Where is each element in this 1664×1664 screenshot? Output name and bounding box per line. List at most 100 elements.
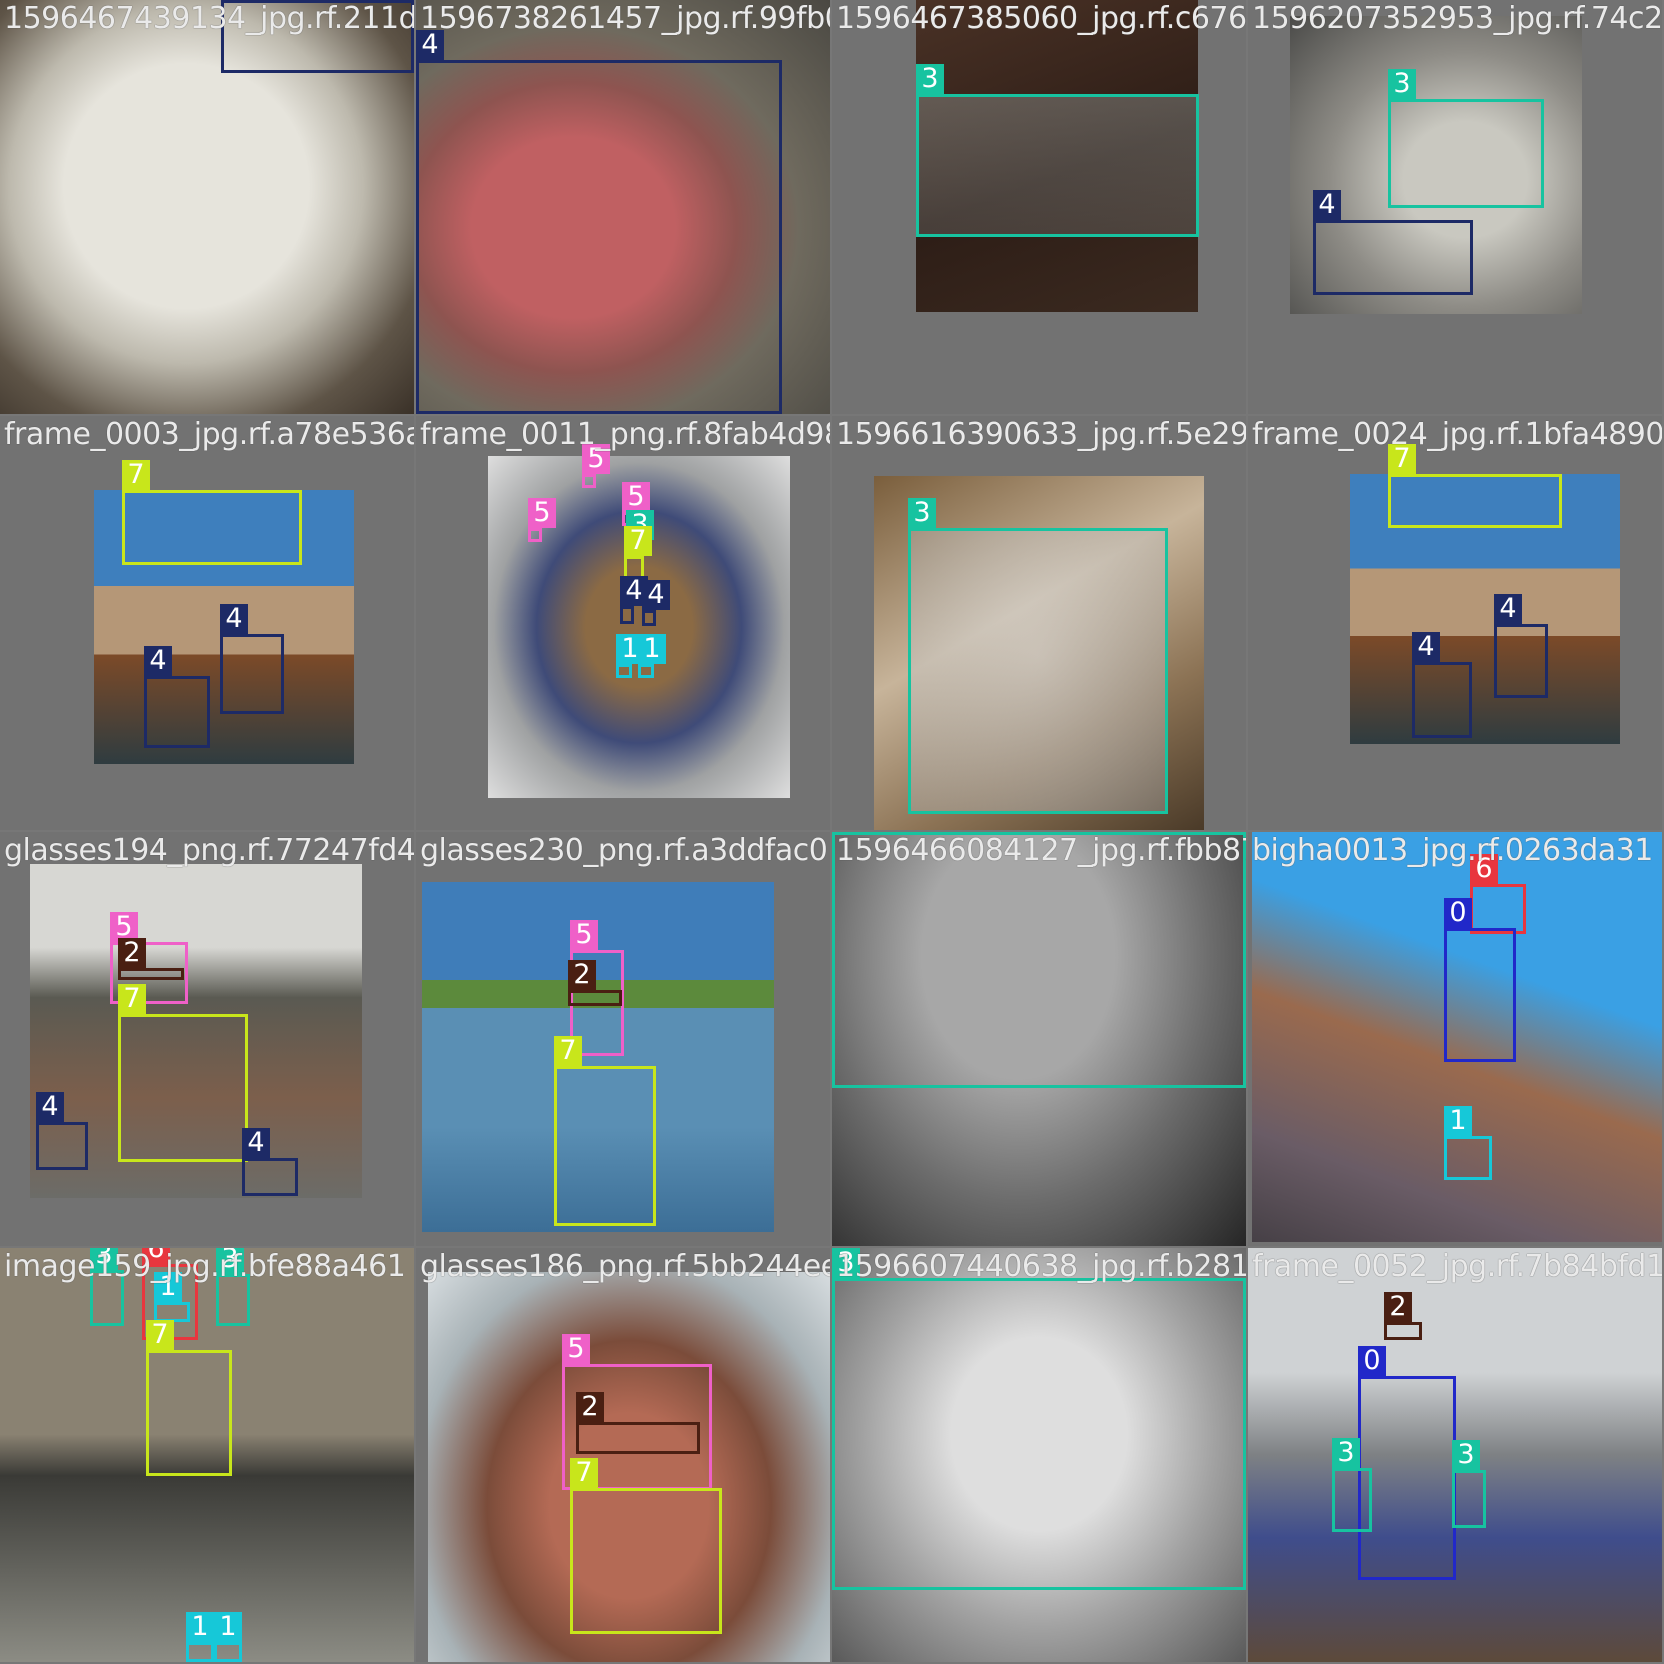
detection-box: 0	[1444, 898, 1516, 1062]
class-label: 3	[216, 1248, 244, 1274]
detection-box: 3	[1332, 1438, 1372, 1532]
tile-filename: frame_0003_jpg.rf.a78e536a	[4, 417, 414, 452]
detection-box: 2	[1384, 1292, 1422, 1340]
detection-box: 7	[570, 1458, 722, 1634]
tile-filename: 1596616390633_jpg.rf.5e29f	[836, 417, 1246, 452]
detection-box: 7	[146, 1320, 232, 1476]
class-label: 1	[186, 1612, 214, 1642]
class-label: 4	[1412, 632, 1440, 662]
tile-5: frame_0011_png.rf.8fab4d98 5 5 5 3 7 4 4…	[416, 416, 830, 830]
class-label: 5	[570, 920, 598, 950]
detection-box: 1	[214, 1612, 242, 1662]
detection-box: 7	[118, 984, 248, 1162]
mosaic-grid: 1596467439134_jpg.rf.211d4 4 15967382614…	[0, 0, 1664, 1664]
detection-box: 4	[1494, 594, 1548, 698]
class-label: 4	[144, 646, 172, 676]
detection-box: 1	[1444, 1106, 1492, 1180]
detection-box: 4	[144, 646, 210, 748]
detection-box: 3	[1452, 1440, 1486, 1528]
tile-15: frame_0052_jpg.rf.7b84bfd1 2 0 3 3	[1248, 1248, 1662, 1662]
tile-13: glasses186_png.rf.5bb244ee 5 2 7	[416, 1248, 830, 1662]
detection-box: 3	[216, 1248, 250, 1326]
class-label: 5	[622, 482, 650, 512]
class-label: 3	[1388, 69, 1416, 99]
detection-box: 2	[568, 960, 622, 1006]
detection-box: 2	[118, 938, 184, 980]
detection-box: 6	[1470, 854, 1526, 934]
detection-box: 4	[1412, 632, 1472, 738]
detection-box: 7	[554, 1036, 656, 1226]
tile-8: glasses194_png.rf.77247fd4 5 2 7 4 4	[0, 832, 414, 1246]
class-label: 4	[220, 604, 248, 634]
tile-filename: glasses230_png.rf.a3ddfac0	[420, 833, 828, 868]
class-label: 7	[146, 1320, 174, 1350]
detection-box: 1	[186, 1612, 214, 1662]
class-label: 3	[916, 64, 944, 94]
class-label: 2	[576, 1392, 604, 1422]
detection-box: 4	[221, 0, 414, 73]
class-label: 7	[122, 460, 150, 490]
class-label: 1	[154, 1272, 182, 1302]
class-label: 5	[562, 1334, 590, 1364]
tile-14: 1596607440638_jpg.rf.b2815 3	[832, 1248, 1246, 1662]
class-label: 3	[832, 1248, 860, 1278]
class-label: 6	[142, 1248, 170, 1264]
class-label: 6	[1470, 854, 1498, 884]
class-label: 0	[1444, 898, 1472, 928]
class-label: 5	[528, 498, 556, 528]
class-label: 4	[1313, 190, 1341, 220]
detection-box: 1	[638, 634, 666, 678]
detection-box: 4	[36, 1092, 88, 1170]
detection-box: 4	[1313, 190, 1473, 295]
detection-box: 0	[1358, 1346, 1456, 1580]
class-label: 7	[554, 1036, 582, 1066]
detection-box: 4	[242, 1128, 298, 1196]
class-label: 7	[1388, 444, 1416, 474]
detection-box: 4	[620, 576, 648, 624]
class-label: 3	[908, 498, 936, 528]
class-label: 4	[642, 580, 670, 610]
detection-box: 2	[576, 1392, 700, 1454]
detection-box: 3	[90, 1248, 124, 1326]
class-label: 2	[568, 960, 596, 990]
detection-box: 4	[642, 580, 670, 626]
detection-box: 3	[908, 498, 1168, 814]
class-label: 7	[570, 1458, 598, 1488]
tile-filename: frame_0011_png.rf.8fab4d98	[420, 417, 830, 452]
class-label: 3	[832, 832, 860, 835]
detection-box: 5	[582, 444, 610, 488]
tile-3: 1596207352953_jpg.rf.74c2e 3 4	[1248, 0, 1662, 414]
detection-box: 3	[916, 64, 1199, 237]
class-label: 4	[1494, 594, 1522, 624]
class-label: 4	[242, 1128, 270, 1158]
tile-12: image159_jpg.rf.bfe88a461 3 6 3 1 7 1 1	[0, 1248, 414, 1662]
detection-box: 7	[1388, 444, 1562, 528]
tile-0: 1596467439134_jpg.rf.211d4 4	[0, 0, 414, 414]
class-label: 3	[90, 1248, 118, 1270]
class-label: 7	[624, 526, 652, 556]
tile-2: 1596467385060_jpg.rf.c6761 3	[832, 0, 1246, 414]
detection-box: 4	[220, 604, 284, 714]
tile-6: 1596616390633_jpg.rf.5e29f 3	[832, 416, 1246, 830]
class-label: 3	[1332, 1438, 1360, 1468]
class-label: 3	[1452, 1440, 1480, 1470]
tile-4: frame_0003_jpg.rf.a78e536a 7 4 4	[0, 416, 414, 830]
class-label: 4	[36, 1092, 64, 1122]
tile-1: 1596738261457_jpg.rf.99fb0 4	[416, 0, 830, 414]
class-label: 2	[1384, 1292, 1412, 1322]
class-label: 1	[214, 1612, 242, 1642]
class-label: 7	[118, 984, 146, 1014]
detection-box: 1	[616, 634, 644, 678]
tile-7: frame_0024_jpg.rf.1bfa4890 7 4 4	[1248, 416, 1662, 830]
tile-9: glasses230_png.rf.a3ddfac0 5 2 7	[416, 832, 830, 1246]
class-label: 4	[416, 30, 444, 60]
class-label: 0	[1358, 1346, 1386, 1376]
class-label: 2	[118, 938, 146, 968]
detection-box: 3	[832, 1248, 1246, 1590]
class-label: 1	[1444, 1106, 1472, 1136]
detection-box: 4	[416, 30, 782, 414]
detection-box: 3	[1388, 69, 1544, 208]
detection-box: 7	[122, 460, 302, 565]
tile-11: bigha0013_jpg.rf.0263da31 6 0 1	[1248, 832, 1662, 1246]
tile-10: 1596466084127_jpg.rf.fbb87 3	[832, 832, 1246, 1246]
